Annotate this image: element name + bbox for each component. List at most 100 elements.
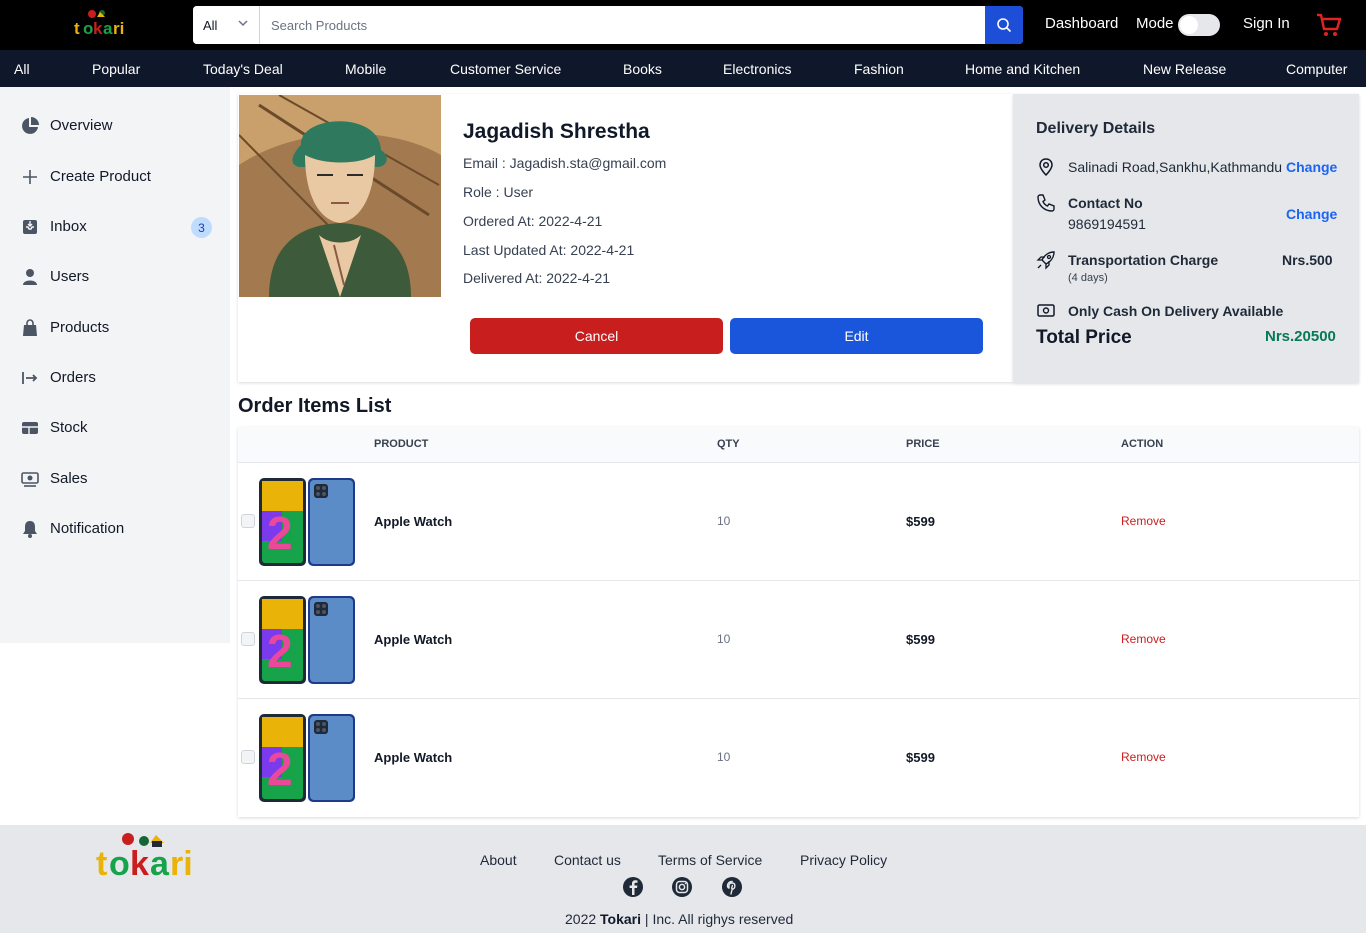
search-button[interactable] [985, 6, 1023, 44]
ordered-at: Ordered At: 2022-4-21 [463, 213, 603, 229]
footer-about-link[interactable]: About [480, 852, 517, 868]
copyright-brand: Tokari [600, 911, 642, 927]
category-computer[interactable]: Computer [1286, 61, 1347, 77]
sidebar-item-notification[interactable]: Notification [0, 509, 230, 549]
svg-text:ri: ri [170, 845, 193, 881]
copyright-text: | Inc. All righys reserved [644, 911, 794, 927]
delivered-at: Delivered At: 2022-4-21 [463, 270, 611, 286]
customer-avatar [239, 95, 441, 297]
sidebar-item-stock[interactable]: Stock [0, 408, 230, 448]
footer-contact-link[interactable]: Contact us [554, 852, 621, 868]
total-price-value: Nrs.20500 [1265, 328, 1336, 345]
customer-name: Jagadish Shrestha [463, 120, 650, 143]
mode-label: Mode [1136, 15, 1174, 32]
sidebar-item-label: Sales [50, 470, 88, 487]
product-price: $599 [906, 750, 935, 765]
cart-icon[interactable] [1315, 11, 1343, 39]
facebook-icon[interactable] [622, 876, 644, 898]
transport-days: (4 days) [1068, 272, 1108, 284]
table-icon [22, 422, 38, 434]
sidebar-item-overview[interactable]: Overview [0, 106, 230, 146]
sidebar-item-sales[interactable]: Sales [0, 459, 230, 499]
table-row: 2 Apple Watch 10 $599 Remove [238, 581, 1359, 699]
category-nav: All Popular Today's Deal Mobile Customer… [0, 50, 1366, 87]
remove-link[interactable]: Remove [1121, 514, 1166, 528]
top-bar: t o k a ri All Dashboard Mode Sign In [0, 0, 1366, 50]
row-checkbox[interactable] [241, 750, 255, 764]
sidebar-item-label: Users [50, 268, 90, 285]
svg-text:a: a [150, 845, 170, 881]
footer-privacy-link[interactable]: Privacy Policy [800, 852, 887, 868]
customer-role: Role : User [463, 184, 534, 200]
product-thumbnail: 2 [259, 714, 355, 802]
svg-text:2: 2 [267, 507, 293, 559]
pie-chart-icon [22, 117, 39, 134]
svg-text:t: t [96, 845, 107, 881]
tokari-logo[interactable]: t o k a ri [72, 8, 124, 40]
phone-icon [1037, 194, 1055, 212]
mode-toggle[interactable] [1178, 14, 1220, 36]
category-all[interactable]: All [14, 61, 30, 77]
inbox-icon [23, 220, 37, 234]
svg-text:t: t [74, 19, 80, 38]
copyright-year: 2022 [565, 911, 597, 927]
product-name: Apple Watch [374, 750, 453, 765]
sidebar: Overview Create Product Inbox 3 Users Pr… [0, 87, 230, 643]
remove-link[interactable]: Remove [1121, 750, 1166, 764]
footer-terms-link[interactable]: Terms of Service [658, 852, 762, 868]
sign-in-link[interactable]: Sign In [1243, 15, 1290, 32]
product-name: Apple Watch [374, 514, 453, 529]
category-home-and-kitchen[interactable]: Home and Kitchen [965, 61, 1080, 77]
sidebar-item-users[interactable]: Users [0, 257, 230, 297]
table-row: 2 Apple Watch 10 $599 Remove [238, 699, 1359, 817]
tokari-logo[interactable]: t o k a ri [94, 829, 194, 881]
contact-label: Contact No [1068, 195, 1143, 211]
product-qty: 10 [717, 750, 731, 764]
cancel-button[interactable]: Cancel [470, 318, 723, 354]
category-todays-deal[interactable]: Today's Deal [203, 61, 283, 77]
category-popular[interactable]: Popular [92, 61, 140, 77]
product-thumbnail: 2 [259, 478, 355, 566]
change-contact-link[interactable]: Change [1286, 206, 1337, 222]
table-row: 2 Apple Watch 10 $599 Remove [238, 463, 1359, 581]
instagram-icon[interactable] [671, 876, 693, 898]
svg-text:k: k [93, 19, 103, 38]
product-thumbnail: 2 [259, 596, 355, 684]
product-price: $599 [906, 514, 935, 529]
category-electronics[interactable]: Electronics [723, 61, 791, 77]
total-price-label: Total Price [1036, 327, 1132, 348]
delivery-address: Salinadi Road,Sankhu,Kathmandu [1068, 159, 1283, 175]
category-customer-service[interactable]: Customer Service [450, 61, 561, 77]
category-fashion[interactable]: Fashion [854, 61, 904, 77]
search-icon [997, 18, 1012, 33]
svg-text:2: 2 [267, 743, 293, 795]
sidebar-item-orders[interactable]: Orders [0, 358, 230, 398]
delivery-title: Delivery Details [1036, 120, 1156, 137]
footer: t o k a ri About Contact us Terms of Ser… [0, 825, 1366, 933]
sidebar-item-label: Overview [50, 117, 113, 134]
sidebar-item-label: Inbox [50, 218, 87, 235]
category-mobile[interactable]: Mobile [345, 61, 386, 77]
search-category-select[interactable]: All [193, 6, 260, 44]
sidebar-item-products[interactable]: Products [0, 308, 230, 348]
edit-button[interactable]: Edit [730, 318, 983, 354]
product-qty: 10 [717, 632, 731, 646]
sidebar-item-inbox[interactable]: Inbox 3 [0, 207, 230, 247]
remove-link[interactable]: Remove [1121, 632, 1166, 646]
column-qty: QTY [717, 438, 740, 450]
chevron-down-icon [238, 20, 248, 27]
category-books[interactable]: Books [623, 61, 662, 77]
row-checkbox[interactable] [241, 632, 255, 646]
cash-icon [1037, 304, 1055, 317]
cash-icon [21, 472, 39, 487]
category-new-release[interactable]: New Release [1143, 61, 1226, 77]
customer-profile-card: Jagadish Shrestha Email : Jagadish.sta@g… [238, 94, 1013, 382]
bell-icon [23, 521, 37, 538]
sidebar-item-create-product[interactable]: Create Product [0, 157, 230, 197]
search-input[interactable] [260, 6, 985, 44]
row-checkbox[interactable] [241, 514, 255, 528]
change-address-link[interactable]: Change [1286, 159, 1337, 175]
arrow-right-bar-icon [22, 372, 38, 384]
dashboard-link[interactable]: Dashboard [1045, 15, 1118, 32]
pinterest-icon[interactable] [721, 876, 743, 898]
